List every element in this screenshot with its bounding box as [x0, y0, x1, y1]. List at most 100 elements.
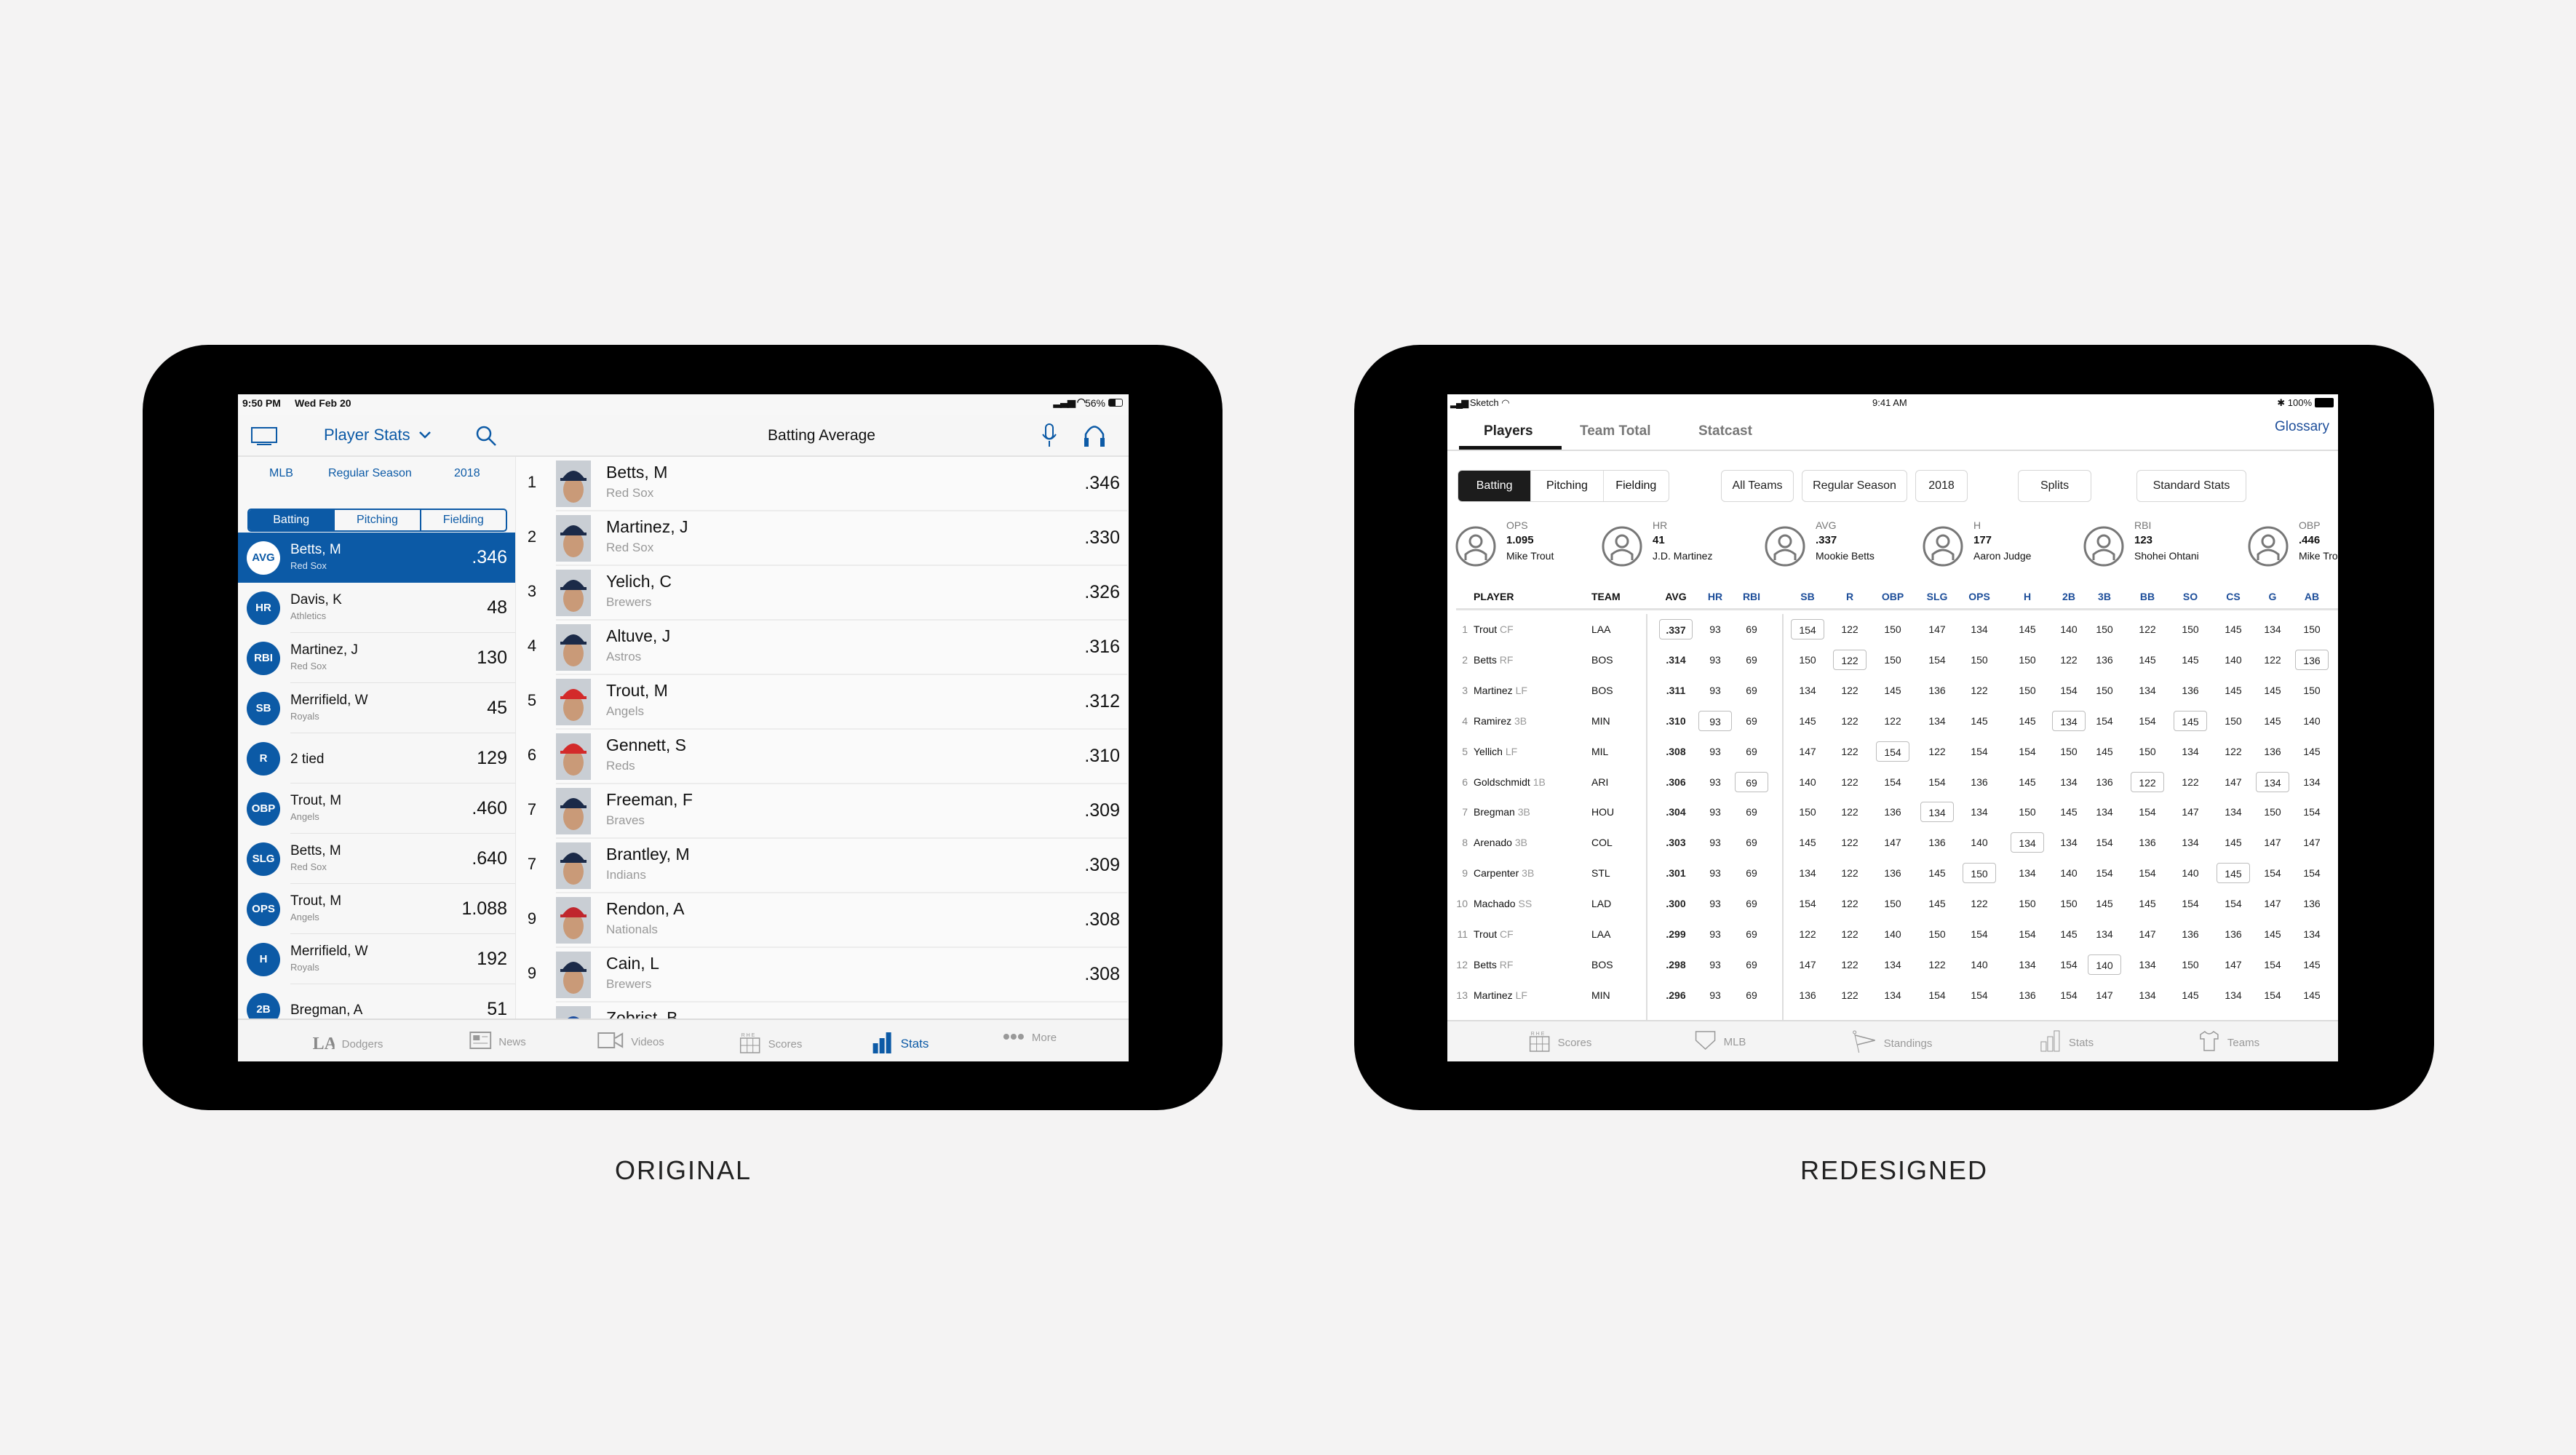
year-filter[interactable]: 2018 [454, 467, 480, 480]
cell-avg: .301 [1666, 867, 1686, 880]
header-so[interactable]: SO [2183, 591, 2198, 602]
table-row[interactable]: 5 Yellich LF MIL .308 93 69 147 122 154 122 154 154… [1447, 741, 2338, 762]
category-row-sb[interactable]: SB Merrifield, W Royals 45 [238, 683, 515, 733]
table-row[interactable]: 1 Trout CF LAA .337 93 69 154 122 150 147 134 145 14… [1447, 619, 2338, 639]
table-row[interactable]: 13 Martinez LF MIN .296 93 69 136 122 134 154 154 1… [1447, 985, 2338, 1005]
leader-row[interactable]: 7 Freeman, F Braves .309 [516, 784, 1127, 839]
tab-players[interactable]: Players [1484, 423, 1533, 439]
splits-button[interactable]: Splits [2018, 470, 2091, 502]
leader-row[interactable]: 4 Altuve, J Astros .316 [516, 621, 1127, 675]
category-row-avg[interactable]: AVG Betts, M Red Sox .346 [238, 533, 515, 583]
category-row-ops[interactable]: OPS Trout, M Angels 1.088 [238, 884, 515, 934]
leader-row[interactable]: Zobrist, B [516, 1002, 1127, 1018]
segment-pitching[interactable]: Pitching [333, 510, 419, 530]
table-row[interactable]: 12 Betts RF BOS .298 93 69 147 122 134 122 140 134 1… [1447, 954, 2338, 975]
year-filter-button[interactable]: 2018 [1915, 470, 1968, 502]
table-row[interactable]: 11 Trout CF LAA .299 93 69 122 122 140 150 154 154 1… [1447, 924, 2338, 944]
segment-fielding[interactable]: Fielding [1602, 471, 1669, 501]
tab-videos[interactable]: Videos [597, 1032, 664, 1052]
cell-r: 122 [1841, 684, 1859, 696]
leader-row[interactable]: 6 Gennett, S Reds .310 [516, 730, 1127, 784]
category-row-slg[interactable]: SLG Betts, M Red Sox .640 [238, 834, 515, 884]
leader-row[interactable]: 5 Trout, M Angels .312 [516, 675, 1127, 730]
header-hr[interactable]: HR [1708, 591, 1722, 602]
tab-scores[interactable]: R H E Scores [1529, 1030, 1591, 1055]
table-row[interactable]: 3 Martinez LF BOS .311 93 69 134 122 145 136 122 15… [1447, 680, 2338, 701]
table-row[interactable]: 7 Bregman 3B HOU .304 93 69 150 122 136 134 134 150… [1447, 802, 2338, 823]
tab-stats[interactable]: Stats [2040, 1030, 2094, 1055]
player-name: Yellich [1474, 745, 1503, 757]
season-type-filter-button[interactable]: Regular Season [1802, 470, 1907, 502]
header-rbi[interactable]: RBI [1743, 591, 1760, 602]
header-divider [1456, 608, 2338, 610]
table-row[interactable]: 10 Machado SS LAD .300 93 69 154 122 150 145 122 15… [1447, 893, 2338, 914]
header-slg[interactable]: SLG [1927, 591, 1948, 602]
segment-pitching[interactable]: Pitching [1530, 471, 1602, 501]
rank: 4 [1462, 714, 1468, 727]
player-stats-dropdown[interactable]: Player Stats [324, 426, 431, 445]
cell-cs: 145 [2225, 623, 2242, 635]
header-ab[interactable]: AB [2305, 591, 2319, 602]
table-row[interactable]: 2 Betts RF BOS .314 93 69 150 122 150 154 150 150 12… [1447, 649, 2338, 670]
table-row[interactable]: 6 Goldschmidt 1B ARI .306 93 69 140 122 154 154 13… [1447, 771, 2338, 792]
tab-dodgers[interactable]: LA Dodgers [313, 1032, 383, 1056]
tab-scores[interactable]: R H E Scores [739, 1032, 802, 1056]
player-cell: Betts RF [1474, 959, 1513, 970]
leader-row[interactable]: 3 Yelich, C Brewers .326 [516, 566, 1127, 621]
teams-filter-button[interactable]: All Teams [1721, 470, 1794, 502]
segment-batting[interactable]: Batting [1458, 471, 1531, 501]
category-row-rbi[interactable]: RBI Martinez, J Red Sox 130 [238, 633, 515, 683]
header-obp[interactable]: OBP [1882, 591, 1904, 602]
header-avg[interactable]: AVG [1665, 591, 1686, 602]
tab-team-total[interactable]: Team Total [1580, 423, 1650, 439]
category-row-hr[interactable]: HR Davis, K Athletics 48 [238, 583, 515, 633]
search-icon[interactable] [475, 425, 497, 447]
team-cell: HOU [1591, 806, 1615, 818]
category-row-r[interactable]: R 2 tied 129 [238, 733, 515, 784]
header-cs[interactable]: CS [2226, 591, 2240, 602]
category-row-h[interactable]: H Merrifield, W Royals 192 [238, 934, 515, 984]
tv-icon[interactable] [251, 427, 277, 446]
cell-ab: 147 [2303, 837, 2321, 849]
header-h[interactable]: H [2024, 591, 2031, 602]
header-3b[interactable]: 3B [2098, 591, 2111, 602]
segment-fielding[interactable]: Fielding [419, 510, 506, 530]
header-g[interactable]: G [2269, 591, 2277, 602]
stat-value: .346 [1084, 473, 1120, 493]
tab-more[interactable]: More [1003, 1032, 1057, 1044]
stat-value: 45 [487, 698, 507, 718]
season-type-filter[interactable]: Regular Season [328, 467, 412, 480]
glossary-link[interactable]: Glossary [2275, 419, 2329, 435]
leader-row[interactable]: 9 Rendon, A Nationals .308 [516, 893, 1127, 948]
leader-row[interactable]: 7 Brantley, M Indians .309 [516, 839, 1127, 893]
header-sb[interactable]: SB [1800, 591, 1814, 602]
status-bar: ▂▄▆ Sketch ◠ 9:41 AM ✱ 100% [1447, 394, 2338, 412]
leader-row[interactable]: 1 Betts, M Red Sox .346 [516, 457, 1127, 511]
header-ops[interactable]: OPS [1968, 591, 1990, 602]
tab-news[interactable]: News [469, 1032, 526, 1052]
header-bb[interactable]: BB [2140, 591, 2155, 602]
cell-ab: 134 [2303, 928, 2321, 940]
headphones-icon[interactable] [1084, 423, 1105, 448]
tab-stats[interactable]: Stats [872, 1032, 929, 1056]
cell-sb: 134 [1799, 684, 1816, 696]
tab-statcast[interactable]: Statcast [1698, 423, 1752, 439]
header-r[interactable]: R [1846, 591, 1853, 602]
header-2b[interactable]: 2B [2062, 591, 2075, 602]
leader-row[interactable]: 9 Cain, L Brewers .308 [516, 948, 1127, 1002]
table-row[interactable]: 9 Carpenter 3B STL .301 93 69 134 122 136 145 150 1… [1447, 863, 2338, 884]
league-filter[interactable]: MLB [269, 467, 293, 480]
tab-mlb[interactable]: MLB [1695, 1030, 1746, 1053]
table-row[interactable]: 8 Arenado 3B COL .303 93 69 145 122 147 136 140 134… [1447, 832, 2338, 853]
tab-teams[interactable]: Teams [2198, 1030, 2259, 1055]
stats-type-button[interactable]: Standard Stats [2136, 470, 2246, 502]
tab-standings[interactable]: Standings [1852, 1030, 1932, 1056]
cell-avg: .300 [1666, 898, 1686, 910]
segment-batting[interactable]: Batting [249, 510, 334, 530]
leader-row[interactable]: 2 Martinez, J Red Sox .330 [516, 511, 1127, 566]
microphone-icon[interactable] [1041, 423, 1058, 448]
category-row-obp[interactable]: OBP Trout, M Angels .460 [238, 784, 515, 834]
cell-slg: 136 [1928, 684, 1946, 696]
category-row-2b[interactable]: 2B Bregman, A 51 [238, 984, 515, 1018]
table-row[interactable]: 4 Ramirez 3B MIN .310 93 69 145 122 122 134 145 145… [1447, 710, 2338, 731]
